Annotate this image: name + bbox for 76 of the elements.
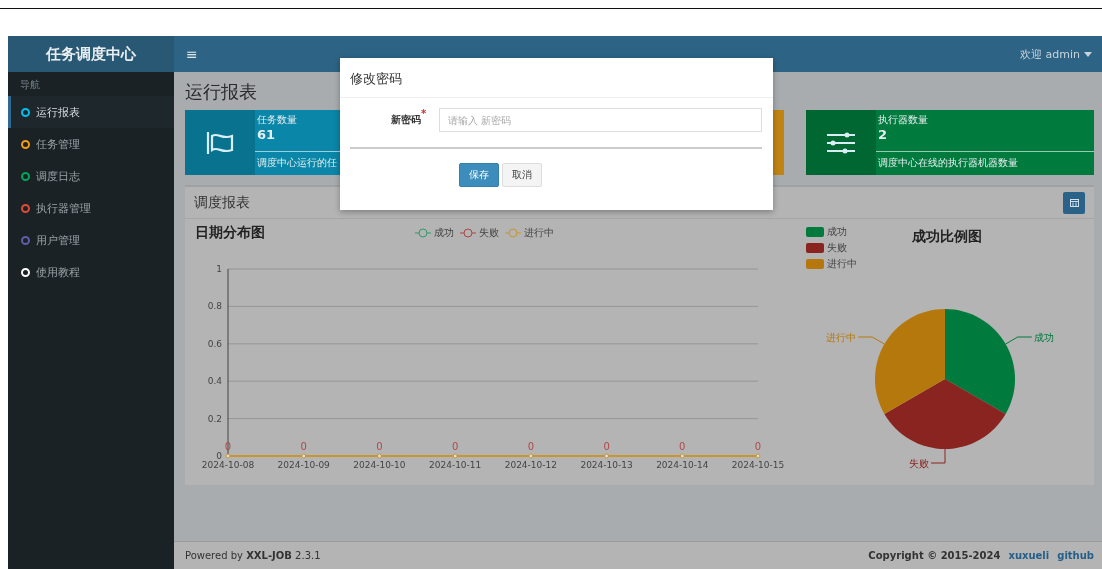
data-point [755, 453, 761, 459]
sidebar-item[interactable]: 用户管理 [8, 224, 174, 256]
slice-label: 进行中 [826, 332, 857, 343]
calendar-button[interactable] [1063, 191, 1085, 214]
slice-label: 成功 [1033, 332, 1054, 343]
data-label: 0 [603, 441, 610, 452]
legend-item[interactable]: 成功 [806, 225, 896, 239]
card-description: 调度中心运行的任 [256, 156, 338, 170]
leader-line [1005, 336, 1033, 345]
panel-title: 调度报表 [194, 193, 250, 212]
card-value: 2 [878, 127, 888, 142]
legend-item[interactable]: 失败 [460, 226, 499, 240]
y-tick-label: 0 [216, 451, 222, 461]
x-tick-label: 2024-10-10 [353, 460, 406, 470]
page-title: 运行报表 [185, 80, 258, 104]
x-tick-label: 2024-10-12 [504, 460, 557, 470]
leader-line [930, 448, 946, 464]
x-tick-label: 2024-10-09 [277, 460, 330, 470]
user-menu[interactable]: 欢迎 admin [1020, 36, 1102, 72]
data-point [679, 453, 685, 459]
sliders-icon [825, 130, 857, 155]
data-point [452, 453, 458, 459]
password-input[interactable]: 请输入 新密码 [439, 108, 762, 132]
slice-label: 失败 [909, 458, 929, 469]
card-value: 61 [257, 127, 276, 142]
card-title: 执行器数量 [878, 113, 928, 127]
data-label: 0 [679, 441, 686, 452]
footer-link[interactable]: github [1057, 550, 1094, 561]
data-point [225, 453, 231, 459]
data-point [604, 453, 610, 459]
x-tick-label: 2024-10-11 [429, 460, 482, 470]
chart-title: 日期分布图 [195, 224, 266, 242]
x-tick-label: 2024-10-13 [580, 460, 633, 470]
x-tick-label: 2024-10-15 [731, 460, 785, 470]
caret-icon [1084, 51, 1092, 57]
data-label: 0 [754, 441, 762, 452]
data-point [301, 453, 307, 459]
sidebar-item[interactable]: 使用教程 [8, 256, 174, 288]
data-label: 0 [376, 441, 383, 452]
required-mark: * [421, 108, 427, 119]
y-tick-label: 1 [216, 264, 222, 274]
copyright-text: Copyright © 2015-2024 [868, 550, 1001, 561]
y-tick-label: 0.2 [207, 413, 222, 424]
y-tick-label: 0.6 [207, 338, 222, 349]
footer-link[interactable]: xuxueli [1008, 550, 1050, 561]
leader-line [857, 336, 885, 345]
sidebar-item[interactable]: 运行报表 [8, 96, 174, 128]
data-point [528, 453, 534, 459]
sidebar-header: 导航 [19, 78, 41, 92]
y-tick-label: 0.4 [207, 376, 222, 387]
calendar-icon [1069, 198, 1079, 207]
data-label: 0 [527, 441, 535, 452]
data-point [376, 453, 382, 459]
data-label: 0 [451, 441, 459, 452]
cancel-button[interactable]: 取消 [502, 163, 542, 187]
legend-item[interactable]: 成功 [415, 226, 454, 240]
dialog-title: 修改密码 [340, 58, 773, 98]
y-tick-label: 0.8 [207, 301, 222, 312]
field-label: 新密码 [390, 114, 421, 127]
sidebar-item[interactable]: 执行器管理 [8, 192, 174, 224]
sidebar-item[interactable]: 任务管理 [8, 128, 174, 160]
legend-item[interactable]: 失败 [806, 241, 896, 255]
legend-item[interactable]: 进行中 [505, 226, 554, 240]
powered-by-text: Powered by XXL-JOB 2.3.1 [185, 550, 321, 561]
sidebar-item[interactable]: 调度日志 [8, 160, 174, 192]
x-tick-label: 2024-10-14 [656, 460, 709, 470]
card-title: 任务数量 [257, 113, 297, 127]
save-button[interactable]: 保存 [459, 163, 499, 187]
data-label: 0 [300, 441, 307, 452]
chart-title: 成功比例图 [912, 228, 982, 246]
menu-toggle[interactable]: ≡ [174, 36, 210, 72]
app-logo[interactable]: 任务调度中心 [8, 36, 174, 72]
data-label: 0 [224, 441, 232, 452]
legend-item[interactable]: 进行中 [806, 257, 896, 271]
card-description: 调度中心在线的执行器机器数量 [877, 156, 1019, 170]
x-tick-label: 2024-10-08 [201, 460, 255, 470]
